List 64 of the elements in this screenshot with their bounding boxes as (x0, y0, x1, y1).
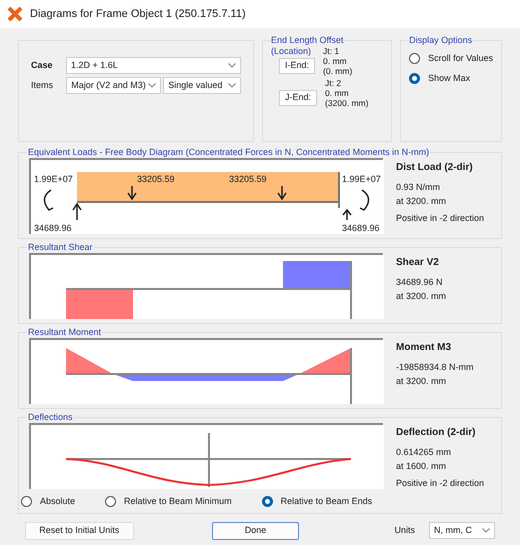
radio-button[interactable] (409, 53, 420, 64)
radio-button[interactable] (21, 496, 32, 508)
items-dropdown[interactable]: Major (V2 and M3) (66, 77, 162, 94)
window-title: Diagrams for Frame Object 1 (250.175.7.11) (30, 6, 246, 22)
info-title: Moment M3 (396, 341, 452, 355)
reaction-value: 34689.96 (342, 223, 380, 233)
force-arrow-icon (127, 186, 137, 200)
reaction-value: 34689.96 (34, 223, 72, 233)
info-text: -19858934.8 N-mm (396, 361, 474, 374)
info-text: 0.614265 mm (396, 446, 452, 459)
group-subtitle: (Location) (271, 46, 312, 57)
info-text: at 3200. mm (396, 374, 448, 388)
section-title: Resultant Moment (27, 327, 102, 338)
force-arrow-icon (277, 186, 287, 200)
reaction-arrow-icon (342, 208, 352, 220)
case-label: Case (31, 58, 54, 72)
chevron-down-icon (148, 83, 156, 88)
force-value: 33205.59 (137, 174, 175, 184)
items-label: Items (31, 78, 54, 92)
section-title: Deflections (27, 412, 74, 423)
offset-value: 0. mm (323, 56, 348, 66)
app-logo-icon (8, 7, 22, 21)
info-title: Shear V2 (396, 256, 440, 270)
group-title: End Length Offset (271, 35, 344, 46)
info-text: 34689.96 N (396, 276, 444, 289)
value-mode-dropdown[interactable]: Single valued (163, 77, 241, 94)
moment-value: 1.99E+07 (342, 174, 381, 184)
units-label: Units (394, 524, 415, 537)
info-title: Dist Load (2-dir) (396, 161, 474, 175)
location-value: (3200. mm) (325, 98, 368, 108)
offset-value: 0. mm (325, 88, 350, 98)
radio-label: Absolute (40, 495, 76, 508)
info-text: at 3200. mm (396, 194, 448, 208)
chevron-down-icon (482, 528, 490, 533)
moment-value: 1.99E+07 (34, 174, 73, 184)
radio-button[interactable] (105, 496, 116, 508)
section-title: Equivalent Loads - Free Body Diagram (Concentrated Forces in N, Concentrated Moments in N-mm) (27, 147, 430, 158)
info-text: at 1600. mm (396, 460, 448, 472)
radio-label: Relative to Beam Minimum (124, 495, 232, 508)
chevron-down-icon (228, 63, 236, 68)
group-title: Display Options (409, 35, 472, 46)
info-text: Positive in -2 direction (396, 212, 484, 225)
info-text: at 3200. mm (396, 290, 446, 302)
units-dropdown[interactable]: N, mm, C (428, 522, 495, 539)
force-value: 33205.59 (229, 174, 267, 184)
end-button[interactable]: J-End: (279, 90, 318, 106)
radio-label: Show Max (428, 72, 470, 84)
chevron-down-icon (228, 83, 236, 88)
radio-label: Relative to Beam Ends (280, 495, 372, 508)
radio-button[interactable] (409, 72, 420, 84)
joint-label: Jt: 1 (323, 46, 340, 56)
info-text: Positive in -2 direction (396, 477, 484, 490)
joint-label: Jt: 2 (325, 78, 342, 88)
reaction-arrow-icon (72, 202, 82, 220)
case-dropdown[interactable]: 1.2D + 1.6L (66, 57, 241, 74)
done-button[interactable]: Done (212, 522, 300, 540)
info-text: 0.93 N/mm (396, 181, 442, 194)
info-title: Deflection (2-dir) (396, 426, 476, 440)
end-button[interactable]: I-End: (279, 58, 316, 74)
reset-units-button[interactable]: Reset to Initial Units (25, 522, 134, 540)
radio-button[interactable] (262, 496, 273, 508)
radio-label: Scroll for Values (428, 52, 493, 65)
location-value: (0. mm) (323, 66, 352, 76)
section-title: Resultant Shear (27, 242, 94, 253)
